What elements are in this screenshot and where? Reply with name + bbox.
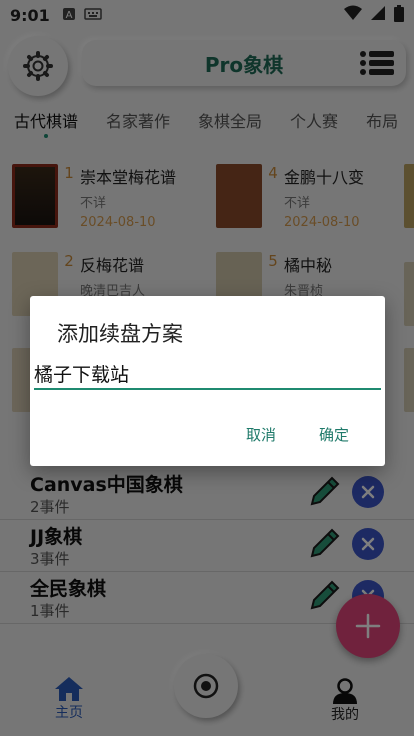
confirm-button[interactable]: 确定 xyxy=(319,424,349,445)
add-plan-dialog: 添加续盘方案 取消 确定 xyxy=(30,296,385,466)
cancel-button[interactable]: 取消 xyxy=(246,424,276,445)
plan-name-input[interactable] xyxy=(34,358,381,390)
dialog-title: 添加续盘方案 xyxy=(57,322,183,346)
